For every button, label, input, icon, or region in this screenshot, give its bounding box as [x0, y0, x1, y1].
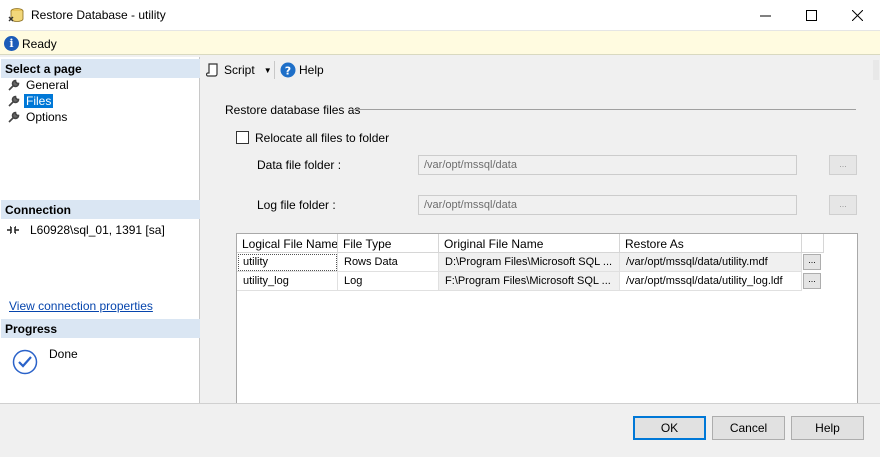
- log-folder-label: Log file folder :: [257, 198, 336, 212]
- title-bar: Restore Database - utility: [0, 0, 880, 31]
- wrench-icon: [8, 79, 20, 91]
- table-row-cell-type[interactable]: Rows Data: [338, 253, 439, 272]
- data-folder-field[interactable]: /var/opt/mssql/data: [418, 155, 797, 175]
- help-icon: ?: [280, 62, 296, 78]
- wrench-icon: [8, 95, 20, 107]
- connection-plug-icon: [7, 226, 19, 234]
- info-icon: i: [4, 36, 19, 51]
- wrench-icon: [8, 111, 20, 123]
- row-browse-button[interactable]: ...: [803, 273, 821, 289]
- cancel-button[interactable]: Cancel: [712, 416, 785, 440]
- row-browse-button[interactable]: ...: [803, 254, 821, 270]
- view-connection-properties-link[interactable]: View connection properties: [9, 299, 153, 313]
- maximize-icon: [805, 10, 817, 21]
- relocate-checkbox[interactable]: [236, 131, 249, 144]
- toolbar-separator: [274, 61, 275, 79]
- script-icon: [206, 63, 218, 77]
- column-header-restore-as[interactable]: Restore As: [620, 234, 802, 253]
- page-item-files[interactable]: Files: [8, 93, 54, 109]
- footer-separator: [0, 403, 880, 404]
- script-label: Script: [224, 63, 255, 77]
- page-label-files: Files: [24, 94, 54, 108]
- close-button[interactable]: [834, 0, 880, 31]
- log-folder-field[interactable]: /var/opt/mssql/data: [418, 195, 797, 215]
- progress-header: Progress: [1, 319, 200, 338]
- table-row-cell-type[interactable]: Log: [338, 272, 439, 291]
- window-title: Restore Database - utility: [31, 8, 166, 22]
- log-folder-browse-button[interactable]: ...: [829, 195, 857, 215]
- minimize-icon: [759, 15, 771, 17]
- script-dropdown-icon[interactable]: ▼: [264, 66, 272, 75]
- minimize-button[interactable]: [742, 0, 788, 31]
- table-row-cell-original: D:\Program Files\Microsoft SQL ...: [439, 253, 620, 272]
- relocate-label[interactable]: Relocate all files to folder: [255, 131, 389, 145]
- help-button[interactable]: Help: [791, 416, 864, 440]
- toolbar: Script ▼ ? Help: [201, 57, 880, 83]
- restore-database-icon: [8, 8, 24, 22]
- group-divider: [352, 109, 856, 110]
- table-row-cell-original: F:\Program Files\Microsoft SQL ...: [439, 272, 620, 291]
- connection-text: L60928\sql_01, 1391 [sa]: [30, 223, 165, 237]
- table-row-cell-restore-as[interactable]: /var/opt/mssql/data/utility.mdf: [620, 253, 802, 272]
- help-toolbar-button[interactable]: ? Help: [280, 62, 324, 78]
- group-title: Restore database files as: [225, 103, 361, 117]
- connection-info: L60928\sql_01, 1391 [sa]: [6, 223, 165, 237]
- close-icon: [851, 10, 863, 21]
- table-row-cell-logical[interactable]: utility: [237, 253, 338, 272]
- page-item-options[interactable]: Options: [8, 109, 69, 125]
- left-pane: Select a page General Files Options Conn…: [0, 57, 200, 403]
- page-label-options: Options: [26, 110, 68, 124]
- progress-status: Done: [49, 347, 78, 361]
- page-item-general[interactable]: General: [8, 77, 71, 93]
- data-folder-label: Data file folder :: [257, 158, 342, 172]
- help-label: Help: [299, 63, 324, 77]
- status-bar: i Ready: [0, 31, 880, 55]
- column-header-type[interactable]: File Type: [338, 234, 439, 253]
- table-row-cell-logical[interactable]: utility_log: [237, 272, 338, 291]
- connection-header: Connection: [1, 200, 200, 219]
- column-header-blank: [802, 234, 824, 253]
- svg-text:?: ?: [285, 65, 291, 78]
- scrollbar-stub[interactable]: [873, 60, 879, 80]
- page-label-general: General: [26, 78, 69, 92]
- data-folder-browse-button[interactable]: ...: [829, 155, 857, 175]
- script-button[interactable]: Script ▼: [206, 63, 272, 77]
- files-grid: Logical File Name File Type Original Fil…: [236, 233, 858, 403]
- select-page-header: Select a page: [1, 59, 200, 78]
- maximize-button[interactable]: [788, 0, 834, 31]
- done-check-icon: [12, 349, 38, 375]
- status-text: Ready: [22, 37, 57, 51]
- table-row-cell-restore-as[interactable]: /var/opt/mssql/data/utility_log.ldf: [620, 272, 802, 291]
- column-header-original[interactable]: Original File Name: [439, 234, 620, 253]
- column-header-logical[interactable]: Logical File Name: [237, 234, 338, 253]
- ok-button[interactable]: OK: [633, 416, 706, 440]
